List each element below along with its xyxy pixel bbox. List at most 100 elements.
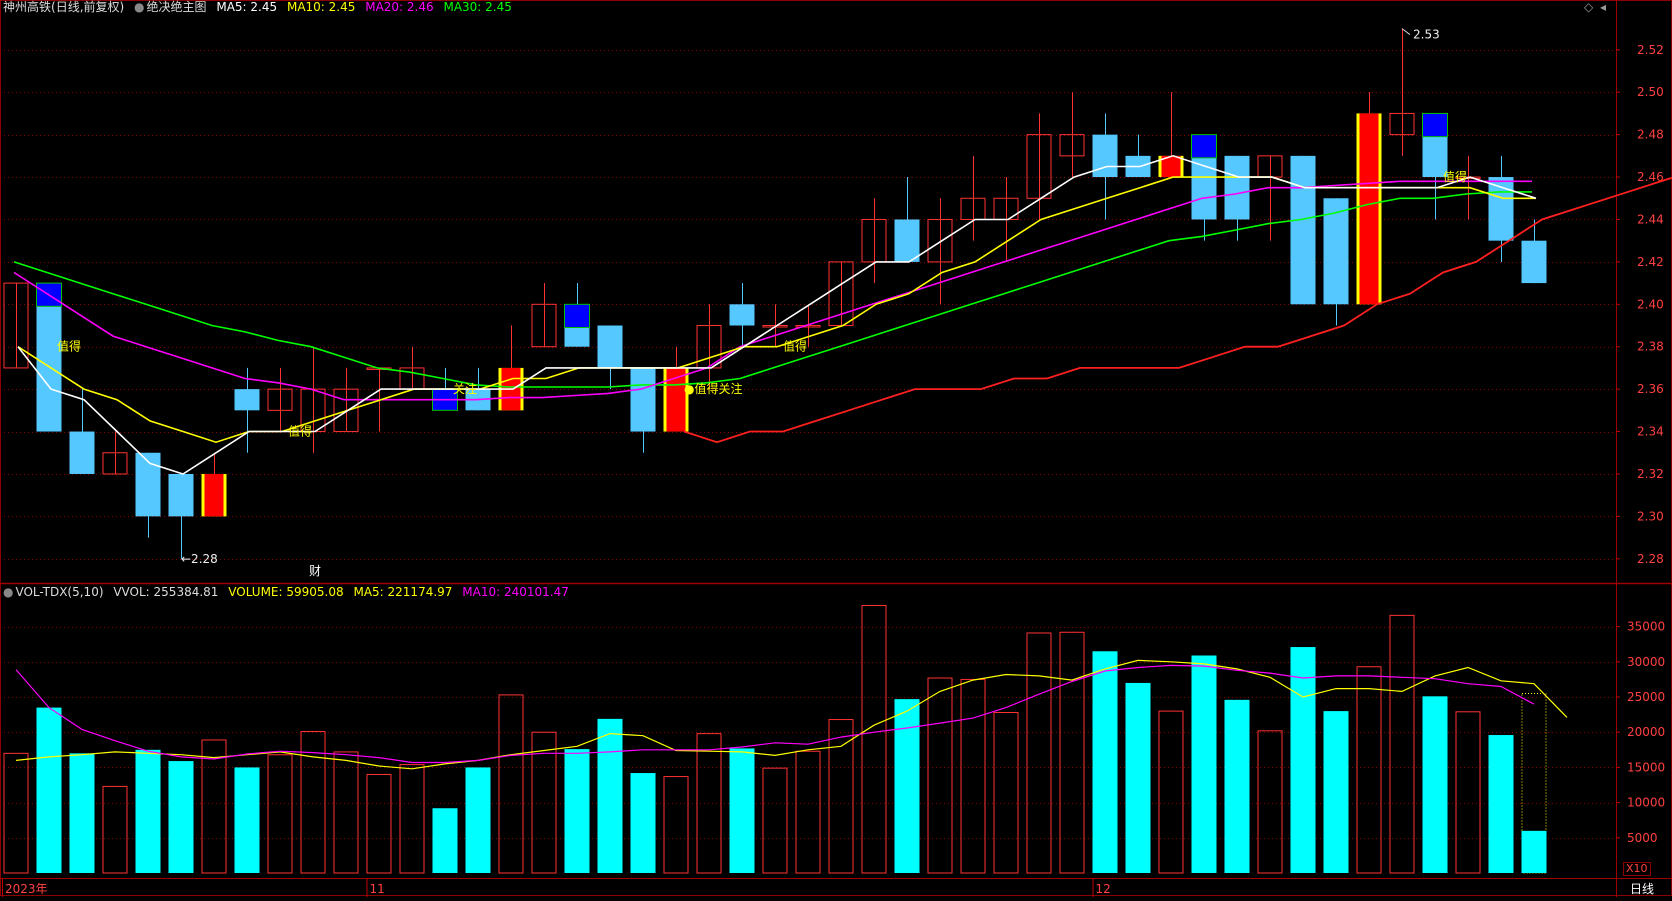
- volume-tick-label: 30000: [1627, 655, 1665, 669]
- volume-bar: [927, 677, 953, 874]
- collapse-arrow-icon[interactable]: ◂: [1600, 0, 1606, 14]
- price-tick-label: 2.50: [1637, 85, 1664, 99]
- volume-layer: [3, 605, 1547, 874]
- volume-bar: [960, 678, 986, 874]
- price-tick-label: 2.32: [1637, 467, 1664, 481]
- date-label: 11: [370, 882, 385, 896]
- volume-bar: [861, 605, 887, 874]
- volume-bar: [234, 767, 260, 873]
- outer-frame: [0, 0, 1672, 896]
- volume-bar: [465, 767, 491, 873]
- volume-bar: [1125, 682, 1151, 873]
- price-tick-label: 2.52: [1637, 43, 1664, 57]
- volume-bar: [102, 785, 128, 874]
- trend-line: [683, 176, 1672, 444]
- kline-chart[interactable]: 2.522.502.482.462.442.422.402.382.362.34…: [0, 0, 1672, 897]
- volume-bar: [135, 749, 161, 873]
- price-axis: 2.522.502.482.462.442.422.402.382.362.34…: [1616, 43, 1664, 566]
- volume-bar: [894, 699, 920, 873]
- volume-bar: [729, 748, 755, 873]
- volume-bar: [1323, 711, 1349, 873]
- low-price-marker: ←2.28: [181, 552, 218, 566]
- candle-body: [894, 219, 920, 262]
- volume-bar: [1488, 735, 1514, 873]
- high-price-marker: 2.53: [1413, 28, 1440, 42]
- grid-layer: [0, 0, 1672, 897]
- vol-ma10-value: MA10: 240101.47: [462, 585, 569, 599]
- volume-tick-label: 10000: [1627, 796, 1665, 810]
- period-selector[interactable]: 日线: [1630, 882, 1654, 896]
- volume-bar: [1455, 711, 1481, 874]
- volume-tick-label: 20000: [1627, 725, 1665, 739]
- volume-tick-label: 35000: [1627, 620, 1665, 634]
- signal-box: [1191, 134, 1217, 159]
- volume-bar: [69, 753, 95, 873]
- candle-body: [630, 367, 656, 432]
- candle-body: [1290, 155, 1316, 305]
- ma20-value: MA20: 2.46: [365, 0, 434, 14]
- volume-bar: [366, 773, 392, 874]
- main-chart-header: 神州高铁(日线,前复权) ● 绝决绝主图 MA5: 2.45 MA10: 2.45…: [3, 0, 518, 14]
- price-tick-label: 2.42: [1637, 255, 1664, 269]
- price-tick-label: 2.40: [1637, 297, 1664, 311]
- signal-label: 值得: [783, 339, 807, 354]
- date-label: 12: [1096, 882, 1111, 896]
- volume-bar: [1059, 631, 1085, 874]
- ma30-value: MA30: 2.45: [443, 0, 512, 14]
- finance-event-marker: 财: [309, 564, 321, 578]
- stock-name[interactable]: 神州高铁: [3, 0, 51, 14]
- volume-tick-label: 5000: [1627, 831, 1658, 845]
- price-tick-label: 2.36: [1637, 382, 1664, 396]
- volume-bar: [1158, 710, 1184, 874]
- candle-body: [729, 304, 755, 326]
- candle-body: [1521, 240, 1547, 284]
- volume-bar: [1191, 655, 1217, 873]
- signal-candle-body: [1359, 113, 1379, 305]
- signal-box: [1422, 112, 1448, 138]
- volume-bar: [1389, 614, 1415, 874]
- vol-toggle-icon[interactable]: ●: [3, 585, 13, 599]
- volume-bar: [1257, 730, 1283, 874]
- ma5-value: MA5: 2.45: [216, 0, 278, 14]
- diamond-icon[interactable]: ◇: [1584, 0, 1593, 14]
- period-tag: (日线,前复权): [51, 0, 125, 14]
- signal-label: 关注: [453, 381, 477, 396]
- volume-bar: [630, 773, 656, 873]
- signals-layer: 值得值得关注 ●值得关注值得值得2.53←2.28财: [57, 28, 1467, 578]
- signal-label: 值得: [288, 424, 312, 439]
- volume-bar: [828, 719, 854, 874]
- candle-body: [1224, 155, 1250, 220]
- ma10-value: MA10: 2.45: [286, 0, 356, 14]
- volume-bar: [168, 761, 194, 873]
- volume-bar: [498, 694, 524, 874]
- volume-bar: [201, 739, 227, 874]
- volume-bar: [399, 764, 425, 874]
- volume-bar: [597, 718, 623, 873]
- price-tick-label: 2.30: [1637, 509, 1664, 523]
- candles-layer: [3, 28, 1547, 559]
- volume-axis: 35000 30000 25000 20000 15000 10000 5000: [1616, 620, 1665, 845]
- volume-value: VOLUME: 59905.08: [228, 585, 344, 599]
- date-label: 2023年: [5, 882, 48, 896]
- volume-header: ● VOL-TDX(5,10) VVOL: 255384.81 VOLUME: 5…: [3, 585, 575, 599]
- signal-box: [564, 303, 590, 329]
- volume-bar: [1026, 632, 1052, 874]
- volume-bar: [762, 767, 788, 874]
- candle-body: [168, 473, 194, 517]
- volume-bar: [993, 712, 1019, 874]
- high-marker-arrow: [1401, 28, 1411, 36]
- price-tick-label: 2.48: [1637, 128, 1664, 142]
- formula-name[interactable]: 绝决绝主图: [147, 0, 207, 14]
- vvol-value: VVOL: 255384.81: [113, 585, 219, 599]
- volume-tick-label: 15000: [1627, 760, 1665, 774]
- candle-body: [597, 325, 623, 368]
- volume-bar: [663, 776, 689, 874]
- signal-candle-body: [204, 473, 224, 517]
- price-tick-label: 2.44: [1637, 212, 1664, 226]
- volume-bar: [3, 752, 29, 874]
- volume-tick-label: 25000: [1627, 690, 1665, 704]
- formula-toggle-icon[interactable]: ●: [134, 0, 144, 14]
- volume-bar: [432, 808, 458, 873]
- vol-title[interactable]: VOL-TDX(5,10): [15, 585, 103, 599]
- signal-label: ●值得关注: [684, 381, 742, 396]
